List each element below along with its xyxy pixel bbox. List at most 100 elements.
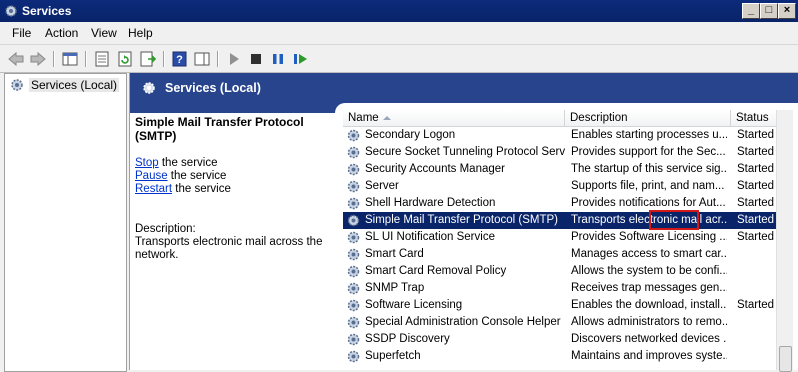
table-row[interactable]: Special Administration Console Helper All… <box>343 314 783 331</box>
export-list-icon[interactable] <box>138 49 158 69</box>
service-description: Enables the download, install... <box>571 299 727 311</box>
show-action-pane-icon[interactable] <box>192 49 212 69</box>
service-name: Shell Hardware Detection <box>365 197 496 209</box>
minimize-button[interactable]: _ <box>742 3 760 19</box>
service-description: Supports file, print, and nam... <box>571 180 725 192</box>
action-restart: Restart the service <box>135 183 231 195</box>
table-row[interactable]: Server Supports file, print, and nam... St… <box>343 178 783 195</box>
service-name: SNMP Trap <box>365 282 425 294</box>
service-gear-icon <box>347 197 360 210</box>
table-row[interactable]: SNMP Trap Receives trap messages gen... <box>343 280 783 297</box>
service-gear-icon <box>347 146 360 159</box>
refresh-icon[interactable] <box>115 49 135 69</box>
service-name: Software Licensing <box>365 299 463 311</box>
service-description: Enables starting processes u... <box>571 129 727 141</box>
service-name: Secondary Logon <box>365 129 456 141</box>
service-gear-icon <box>347 282 360 295</box>
service-description: Manages access to smart car... <box>571 248 727 260</box>
service-gear-icon <box>347 265 360 278</box>
menu-action[interactable]: Action <box>45 26 78 40</box>
service-description: Receives trap messages gen... <box>571 282 727 294</box>
vertical-scrollbar[interactable] <box>776 110 793 372</box>
service-name: SSDP Discovery <box>365 333 450 345</box>
properties-icon[interactable] <box>92 49 112 69</box>
toolbar: ? <box>0 45 798 73</box>
service-name: Simple Mail Transfer Protocol (SMTP) <box>365 214 558 226</box>
services-gear-icon <box>11 79 23 91</box>
service-name: Superfetch <box>365 350 421 362</box>
service-name: Security Accounts Manager <box>365 163 505 175</box>
menu-view[interactable]: View <box>91 26 117 40</box>
forward-arrow-icon[interactable] <box>28 49 48 69</box>
services-list: Name Description Status Secondary Logon E… <box>343 110 798 370</box>
services-gear-icon <box>143 82 155 94</box>
back-arrow-icon[interactable] <box>6 49 26 69</box>
svg-text:?: ? <box>176 54 183 66</box>
service-status: Started <box>737 231 775 243</box>
table-row[interactable]: Smart Card Manages access to smart car... <box>343 246 783 263</box>
service-status: Started <box>737 197 775 209</box>
menu-bar: File Action View Help <box>0 22 798 45</box>
column-header-description[interactable]: Description <box>565 110 731 127</box>
table-row[interactable]: SL UI Notification Service Provides Softw… <box>343 229 783 246</box>
service-gear-icon <box>347 231 360 244</box>
pane-header: Services (Local) <box>130 73 798 103</box>
service-description: Allows administrators to remo... <box>571 316 727 328</box>
service-gear-icon <box>347 129 360 142</box>
table-row[interactable]: Superfetch Maintains and improves syste..… <box>343 348 783 365</box>
tree-item-label: Services (Local) <box>29 78 120 92</box>
service-gear-icon <box>347 333 360 346</box>
show-hide-console-tree-icon[interactable] <box>60 49 80 69</box>
action-stop: Stop the service <box>135 157 218 169</box>
help-icon[interactable]: ? <box>170 49 190 69</box>
close-button[interactable]: × <box>778 3 796 19</box>
service-status: Started <box>737 299 775 311</box>
restart-link[interactable]: Restart <box>135 183 172 195</box>
service-description-panel: Simple Mail Transfer Protocol (SMTP) Sto… <box>135 115 325 261</box>
selected-service-title: Simple Mail Transfer Protocol (SMTP) <box>135 115 304 143</box>
sort-ascending-icon <box>383 116 391 120</box>
maximize-button[interactable]: □ <box>760 3 778 19</box>
stop-service-icon[interactable] <box>246 49 266 69</box>
service-name: Special Administration Console Helper <box>365 316 561 328</box>
table-row[interactable]: Security Accounts Manager The startup of … <box>343 161 783 178</box>
action-pause: Pause the service <box>135 170 227 182</box>
table-row[interactable]: Secure Socket Tunneling Protocol Service… <box>343 144 783 161</box>
service-status: Started <box>737 163 775 175</box>
service-description: Provides support for the Sec... <box>571 146 726 158</box>
title-bar: Services _ □ × <box>0 0 798 22</box>
pause-link[interactable]: Pause <box>135 170 168 182</box>
table-row[interactable]: Simple Mail Transfer Protocol (SMTP) Tran… <box>343 212 783 229</box>
table-row[interactable]: SSDP Discovery Discovers networked device… <box>343 331 783 348</box>
pane-title: Services (Local) <box>165 81 261 95</box>
scrollbar-thumb[interactable] <box>779 346 792 372</box>
service-gear-icon <box>347 214 360 227</box>
service-gear-icon <box>347 350 360 363</box>
services-gear-icon <box>5 5 17 17</box>
menu-file[interactable]: File <box>12 26 31 40</box>
service-status: Started <box>737 180 775 192</box>
table-row[interactable]: Software Licensing Enables the download, … <box>343 297 783 314</box>
service-gear-icon <box>347 163 360 176</box>
service-gear-icon <box>347 180 360 193</box>
table-row[interactable]: Secondary Logon Enables starting processe… <box>343 127 783 144</box>
service-description: Provides Software Licensing ... <box>571 231 727 243</box>
status-highlight-box <box>649 210 699 230</box>
service-status: Started <box>737 129 775 141</box>
service-description: Discovers networked devices ... <box>571 333 727 345</box>
restart-service-icon[interactable] <box>290 49 310 69</box>
table-row[interactable]: Smart Card Removal Policy Allows the syst… <box>343 263 783 280</box>
service-status: Started <box>737 146 775 158</box>
pause-service-icon[interactable] <box>268 49 288 69</box>
service-name: Smart Card Removal Policy <box>365 265 507 277</box>
service-gear-icon <box>347 316 360 329</box>
service-name: Server <box>365 180 399 192</box>
service-gear-icon <box>347 248 360 261</box>
window-title: Services <box>22 4 72 18</box>
start-service-icon[interactable] <box>224 49 244 69</box>
service-name: SL UI Notification Service <box>365 231 495 243</box>
menu-help[interactable]: Help <box>128 26 153 40</box>
table-row[interactable]: Shell Hardware Detection Provides notific… <box>343 195 783 212</box>
stop-link[interactable]: Stop <box>135 157 159 169</box>
column-header-name[interactable]: Name <box>343 110 565 127</box>
